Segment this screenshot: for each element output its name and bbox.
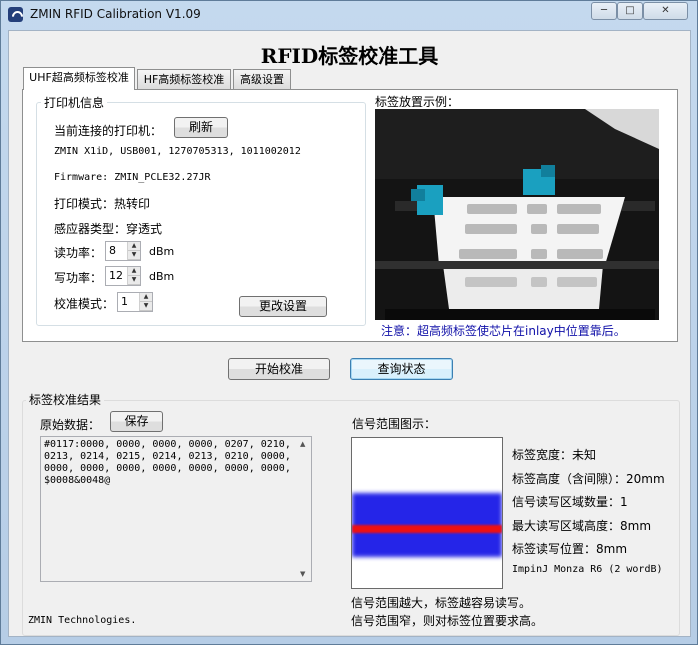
read-power-arrows[interactable]: ▲ ▼ [127, 242, 140, 260]
read-power-spinner[interactable]: 8 ▲ ▼ [105, 241, 141, 261]
title-bar[interactable]: ZMIN RFID Calibration V1.09 ─ □ ✕ [1, 1, 697, 29]
spin-down-icon[interactable]: ▼ [140, 302, 152, 311]
printer-info-label: 打印机信息 [41, 94, 108, 111]
app-window: ZMIN RFID Calibration V1.09 ─ □ ✕ RFID标签… [0, 0, 698, 645]
max-rw-zone-height: 最大读写区域高度：8mm [512, 519, 652, 533]
calibration-mode-label: 校准模式： [54, 297, 115, 311]
scroll-up-icon[interactable]: ▲ [300, 440, 305, 448]
signal-note-narrow: 信号范围窄，则对标签位置要求高。 [351, 614, 544, 628]
client-area: RFID标签校准工具 UHF超高频标签校准 HF高频标签校准 高级设置 打印机信… [8, 30, 691, 637]
start-calibration-button[interactable]: 开始校准 [228, 358, 330, 380]
rfid-app-icon [8, 7, 23, 22]
uhf-tab-panel: 打印机信息 当前连接的打印机： 刷新 ZMIN X1iD, USB001, 12… [22, 89, 678, 342]
tab-advanced-settings[interactable]: 高级设置 [233, 69, 291, 89]
firmware-info: Firmware: ZMIN_PCLE32.27JR [54, 172, 211, 183]
refresh-button[interactable]: 刷新 [174, 117, 228, 138]
query-status-button[interactable]: 查询状态 [350, 358, 453, 380]
write-power-value: 12 [109, 269, 123, 282]
spin-up-icon[interactable]: ▲ [140, 293, 152, 302]
example-label: 标签放置示例： [375, 95, 460, 109]
calibration-mode-value: 1 [121, 295, 128, 308]
signal-range-label: 信号范围图示： [352, 417, 437, 431]
chip-model: ImpinJ Monza R6 (2 wordB) [512, 564, 663, 575]
raw-data-label: 原始数据： [40, 418, 101, 432]
tab-uhf-calibration[interactable]: UHF超高频标签校准 [23, 67, 135, 90]
scroll-down-icon[interactable]: ▼ [300, 570, 305, 578]
rw-zone-count: 信号读写区域数量：1 [512, 495, 628, 509]
raw-data-scrollbar[interactable]: ▲ ▼ [298, 437, 311, 581]
spin-down-icon[interactable]: ▼ [128, 251, 140, 260]
company-name: ZMIN Technologies. [28, 615, 137, 626]
close-button[interactable]: ✕ [643, 2, 688, 20]
connected-printer-label: 当前连接的打印机： [54, 124, 163, 138]
minimize-button[interactable]: ─ [591, 2, 617, 20]
read-power-unit: dBm [149, 245, 175, 258]
printer-details: ZMIN X1iD, USB001, 1270705313, 101100201… [54, 146, 301, 157]
change-settings-button[interactable]: 更改设置 [239, 296, 327, 317]
page-title: RFID标签校准工具 [260, 44, 439, 68]
tag-rw-position: 标签读写位置：8mm [512, 542, 628, 556]
raw-data-text: #0117:0000, 0000, 0000, 0000, 0207, 0210… [44, 439, 291, 486]
maximize-button[interactable]: □ [617, 2, 643, 20]
calibration-results-label: 标签校准结果 [26, 391, 105, 408]
read-power-label: 读功率： [54, 246, 103, 260]
signal-peak-line [352, 525, 502, 533]
tag-placement-photo [375, 109, 659, 320]
uhf-placement-note: 注意：超高频标签使芯片在inlay中位置靠后。 [381, 324, 626, 338]
sensor-type: 感应器类型：穿透式 [54, 222, 163, 236]
printer-photo-illustration [375, 109, 659, 320]
calibration-mode-arrows[interactable]: ▲ ▼ [139, 293, 152, 311]
tab-hf-calibration[interactable]: HF高频标签校准 [137, 69, 231, 89]
save-button[interactable]: 保存 [110, 411, 163, 432]
tag-width: 标签宽度：未知 [512, 448, 597, 462]
write-power-label: 写功率： [54, 271, 103, 285]
read-power-value: 8 [109, 244, 116, 257]
write-power-unit: dBm [149, 270, 175, 283]
tag-height: 标签高度（含间隙）：20mm [512, 472, 665, 486]
calibration-mode-spinner[interactable]: 1 ▲ ▼ [117, 292, 153, 312]
print-mode: 打印模式：热转印 [54, 197, 151, 211]
signal-range-diagram [351, 437, 503, 589]
write-power-arrows[interactable]: ▲ ▼ [127, 267, 140, 285]
window-title: ZMIN RFID Calibration V1.09 [30, 7, 201, 21]
spin-up-icon[interactable]: ▲ [128, 267, 140, 276]
signal-note-wide: 信号范围越大，标签越容易读写。 [351, 596, 532, 610]
write-power-spinner[interactable]: 12 ▲ ▼ [105, 266, 141, 286]
spin-up-icon[interactable]: ▲ [128, 242, 140, 251]
raw-data-textarea[interactable]: #0117:0000, 0000, 0000, 0000, 0207, 0210… [40, 436, 312, 582]
spin-down-icon[interactable]: ▼ [128, 276, 140, 285]
